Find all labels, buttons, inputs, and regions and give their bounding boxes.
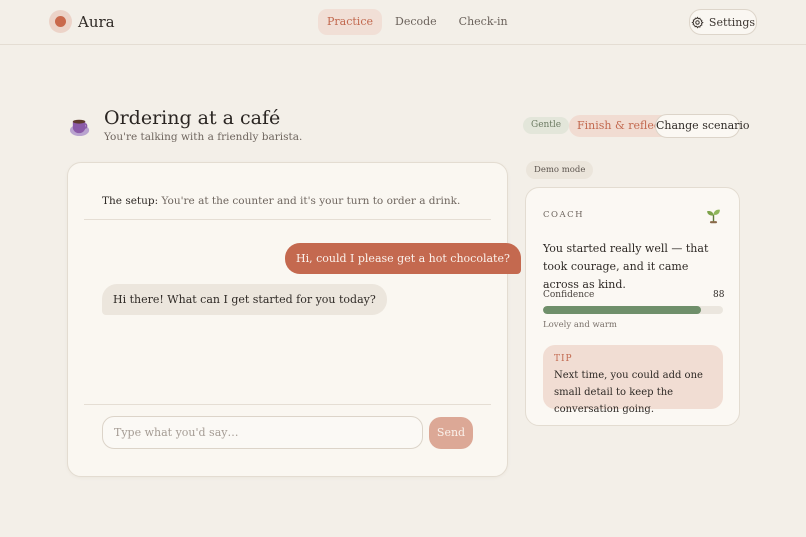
- tip-box: TIP Next time, you could add one small d…: [543, 345, 723, 415]
- scenario-title: Ordering at a café: [104, 107, 281, 129]
- tab-decode[interactable]: Decode: [386, 9, 446, 35]
- brand-name: Aura: [78, 12, 115, 31]
- demo-mode-badge: Demo mode: [526, 161, 594, 179]
- setup-text: You're at the counter and it's your turn…: [161, 195, 461, 207]
- top-bar: Aura Practice Decode Check-in Settings: [0, 0, 806, 45]
- user-message: Hi, could I please get a hot chocolate?: [285, 243, 521, 274]
- setup-label: The setup:: [102, 195, 159, 207]
- confidence-bar-fill: [543, 306, 702, 314]
- divider: [84, 219, 491, 220]
- brand[interactable]: Aura: [49, 10, 115, 33]
- confidence-label: Confidence: [543, 290, 595, 300]
- coffee-cup-icon: [69, 119, 90, 137]
- change-scenario-button[interactable]: Change scenario: [655, 114, 750, 138]
- coach-panel: COACH You started really well — that too…: [525, 187, 740, 426]
- tip-text: Next time, you could add one small detai…: [554, 370, 703, 415]
- main-nav: Practice Decode Check-in: [318, 9, 517, 35]
- tip-label: TIP: [554, 354, 573, 364]
- brand-logo-icon: [49, 10, 72, 33]
- message-input[interactable]: [102, 416, 423, 449]
- settings-label: Settings: [708, 15, 756, 29]
- send-button[interactable]: Send: [429, 417, 473, 449]
- scenario-subtitle: You're talking with a friendly barista.: [104, 131, 303, 143]
- confidence-note: Lovely and warm: [543, 320, 617, 330]
- coach-feedback: You started really well — that took cour…: [543, 242, 709, 291]
- sprout-icon: [707, 209, 720, 224]
- gear-icon: [691, 15, 704, 28]
- scenario-setup: The setup: You're at the counter and it'…: [102, 195, 460, 207]
- tab-check-in[interactable]: Check-in: [450, 9, 517, 35]
- mode-badge: Gentle: [523, 117, 570, 134]
- assistant-message: Hi there! What can I get started for you…: [102, 284, 387, 315]
- coach-title: COACH: [543, 210, 585, 220]
- tab-practice[interactable]: Practice: [318, 9, 382, 35]
- confidence-bar: [543, 306, 723, 314]
- settings-button[interactable]: Settings: [689, 9, 757, 35]
- chat-panel: The setup: You're at the counter and it'…: [67, 162, 521, 477]
- divider: [84, 404, 491, 405]
- confidence-value: 88: [713, 290, 725, 300]
